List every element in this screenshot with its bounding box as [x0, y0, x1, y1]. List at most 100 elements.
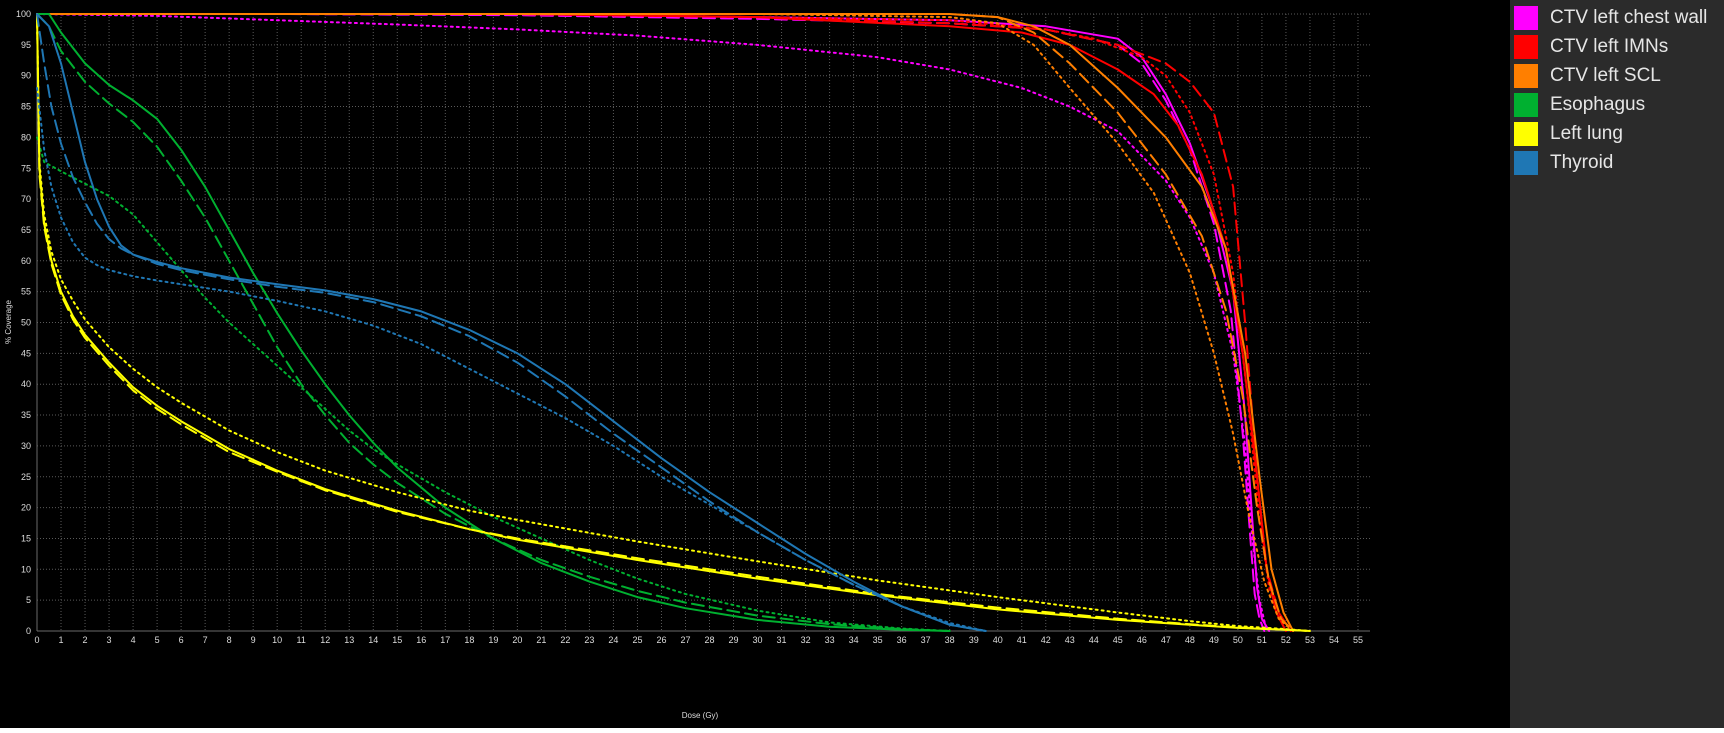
x-tick-label: 40	[993, 635, 1003, 645]
x-tick-label: 23	[584, 635, 594, 645]
x-tick-label: 18	[464, 635, 474, 645]
x-tick-label: 9	[251, 635, 256, 645]
x-tick-label: 28	[704, 635, 714, 645]
x-tick-label: 54	[1329, 635, 1339, 645]
legend-swatch	[1514, 6, 1538, 30]
x-tick-label: 15	[392, 635, 402, 645]
legend-swatch	[1514, 35, 1538, 59]
dvh-line-ctv-left-imns-dotted	[36, 13, 1295, 632]
x-tick-label: 22	[560, 635, 570, 645]
dvh-line-ctv-left-chest-wall-dotted	[36, 13, 1268, 632]
legend-item: CTV left IMNs	[1510, 32, 1668, 62]
x-tick-label: 47	[1161, 635, 1171, 645]
x-tick-label: 20	[512, 635, 522, 645]
x-tick-label: 21	[536, 635, 546, 645]
plot-area: 0 1 2 3 4 5 6 7 8 9 10 11 12 13 14 15 16 17 18 19 20 21 22 23 24…	[0, 0, 1510, 728]
x-tick-label: 42	[1041, 635, 1051, 645]
x-tick-label: 37	[921, 635, 931, 645]
y-tick-label: 100	[16, 9, 31, 19]
x-tick-label: 14	[368, 635, 378, 645]
x-tick-label: 10	[272, 635, 282, 645]
x-tick-label: 17	[440, 635, 450, 645]
legend-item: Esophagus	[1510, 90, 1645, 120]
x-tick-label: 49	[1209, 635, 1219, 645]
x-tick-label: 0	[34, 635, 39, 645]
legend-label: Left lung	[1550, 123, 1623, 144]
legend-item: Thyroid	[1510, 148, 1613, 178]
x-tick-label: 44	[1089, 635, 1099, 645]
y-tick-label: 45	[21, 348, 31, 358]
legend-swatch	[1514, 93, 1538, 117]
dvh-line-thyroid-dotted	[36, 87, 987, 632]
x-tick-label: 16	[416, 635, 426, 645]
x-tick-label: 2	[83, 635, 88, 645]
y-tick-label: 65	[21, 225, 31, 235]
x-tick-label: 53	[1305, 635, 1315, 645]
y-tick-label: 35	[21, 410, 31, 420]
y-tick-label: 75	[21, 163, 31, 173]
y-tick-label: 5	[26, 595, 31, 605]
legend-item: Left lung	[1510, 119, 1623, 149]
dvh-line-ctv-left-scl-solid	[36, 13, 1295, 632]
x-tick-label: 45	[1113, 635, 1123, 645]
dvh-chart-window: 0 1 2 3 4 5 6 7 8 9 10 11 12 13 14 15 16 17 18 19 20 21 22 23 24…	[0, 0, 1724, 728]
legend: CTV left chest wall CTV left IMNs CTV left…	[1510, 0, 1724, 728]
x-tick-label: 43	[1065, 635, 1075, 645]
x-tick-label: 31	[777, 635, 787, 645]
y-tick-label: 30	[21, 441, 31, 451]
y-tick-label: 10	[21, 564, 31, 574]
y-tick-label: 55	[21, 287, 31, 297]
x-tick-label: 36	[897, 635, 907, 645]
x-tick-label: 38	[945, 635, 955, 645]
x-axis-label: Dose (Gy)	[682, 711, 719, 720]
legend-swatch	[1514, 64, 1538, 88]
y-tick-label: 0	[26, 626, 31, 636]
y-tick-label: 85	[21, 102, 31, 112]
x-tick-label: 1	[59, 635, 64, 645]
y-tick-label: 40	[21, 379, 31, 389]
x-tick-label: 46	[1137, 635, 1147, 645]
x-tick-label: 48	[1185, 635, 1195, 645]
x-tick-label: 39	[969, 635, 979, 645]
x-tick-label: 52	[1281, 635, 1291, 645]
x-tick-label: 50	[1233, 635, 1243, 645]
legend-label: CTV left IMNs	[1550, 36, 1669, 57]
x-tick-label: 33	[825, 635, 835, 645]
dvh-chart: 0 1 2 3 4 5 6 7 8 9 10 11 12 13 14 15 16 17 18 19 20 21 22 23 24…	[4, 9, 1370, 720]
x-tick-label: 5	[155, 635, 160, 645]
legend-label: Esophagus	[1550, 94, 1646, 115]
legend-swatch	[1514, 122, 1538, 146]
x-tick-label: 24	[608, 635, 618, 645]
x-tick-label: 6	[179, 635, 184, 645]
x-tick-label: 34	[849, 635, 859, 645]
x-tick-label: 32	[801, 635, 811, 645]
dvh-line-ctv-left-scl-dashed	[36, 13, 1295, 632]
x-tick-label: 35	[873, 635, 883, 645]
x-tick-label: 26	[656, 635, 666, 645]
y-tick-label: 95	[21, 40, 31, 50]
y-tick-label: 90	[21, 71, 31, 81]
x-tick-label: 11	[297, 635, 306, 645]
x-tick-label: 13	[344, 635, 354, 645]
y-tick-label: 25	[21, 472, 31, 482]
y-tick-label: 70	[21, 194, 31, 204]
x-tick-label: 12	[320, 635, 330, 645]
x-tick-label: 4	[131, 635, 136, 645]
legend-label: CTV left SCL	[1550, 65, 1661, 86]
x-tick-label: 25	[632, 635, 642, 645]
x-tick-label: 30	[753, 635, 763, 645]
y-tick-label: 15	[21, 533, 31, 543]
grid	[36, 13, 1370, 632]
legend-label: CTV left chest wall	[1550, 7, 1708, 28]
y-tick-label: 20	[21, 503, 31, 513]
legend-item: CTV left SCL	[1510, 61, 1661, 91]
x-tick-label: 41	[1017, 635, 1027, 645]
x-tick-label: 29	[729, 635, 739, 645]
x-tick-label: 3	[107, 635, 112, 645]
dvh-line-ctv-left-scl-dotted	[36, 13, 1295, 632]
legend-swatch	[1514, 151, 1538, 175]
x-tick-label: 55	[1353, 635, 1363, 645]
x-tick-label: 27	[680, 635, 690, 645]
x-tick-label: 19	[488, 635, 498, 645]
legend-label: Thyroid	[1550, 152, 1614, 173]
